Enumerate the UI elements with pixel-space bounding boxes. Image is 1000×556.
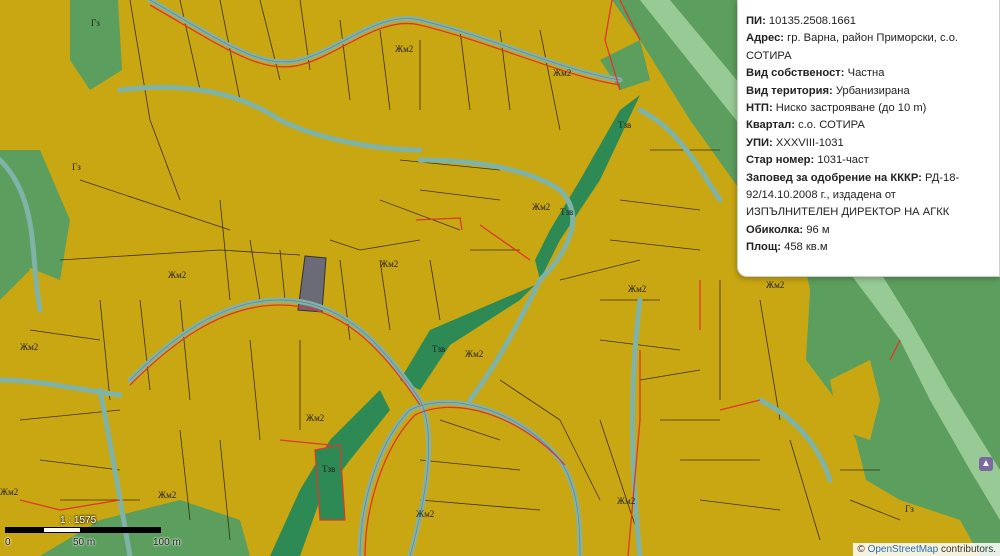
info-label: Стар номер: <box>746 154 815 167</box>
parcel-label: Тзв <box>560 207 573 217</box>
parcel-label: Жм2 <box>532 202 550 212</box>
info-label: ПИ: <box>746 15 766 27</box>
info-value: Частна <box>847 67 885 80</box>
parcel-label: Гз <box>905 504 914 514</box>
info-row: Стар номер: 1031-част <box>746 152 991 169</box>
info-value: с.о. СОТИРА <box>798 119 865 132</box>
parcel-label: Тзв <box>322 464 335 474</box>
info-label: Обиколка: <box>746 223 804 236</box>
info-value: 96 м <box>806 223 830 236</box>
copyright-symbol: © <box>857 544 865 555</box>
info-row: Квартал: с.о. СОТИРА <box>746 117 991 134</box>
parcel-label: Жм2 <box>416 509 434 519</box>
attribution-suffix: contributors. <box>940 544 996 555</box>
info-label: УПИ: <box>746 136 773 149</box>
info-row: ПИ: 10135.2508.1661 <box>746 13 991 30</box>
parcel-label: Тзв <box>432 344 445 354</box>
info-label: Площ: <box>746 241 781 254</box>
map-attribution: © OpenStreetMap contributors. <box>853 543 1000 556</box>
parcel-label: Жм2 <box>20 342 38 352</box>
parcel-label: Жм2 <box>465 349 483 359</box>
parcel-label: Гз <box>91 18 100 28</box>
info-row: НТП: Ниско застрояване (до 10 m) <box>746 100 991 117</box>
parcel-label: Жм2 <box>617 496 635 506</box>
parcel-label: Жм2 <box>553 68 571 78</box>
info-value: 458 кв.м <box>784 241 828 254</box>
info-label: Вид собственост: <box>746 67 845 80</box>
info-label: Квартал: <box>746 119 795 132</box>
info-row: Заповед за одобрение на КККР: РД-18-92/1… <box>746 170 991 222</box>
parcel-label: Жм2 <box>306 413 324 423</box>
info-label: Вид територия: <box>746 84 833 97</box>
scale-tick-50: 50 m <box>73 537 96 548</box>
info-value: 1031-част <box>817 154 869 167</box>
info-row: УПИ: XXXVIII-1031 <box>746 135 991 152</box>
info-value: Ниско застрояване (до 10 m) <box>775 102 927 115</box>
parcel-label: Жм2 <box>158 490 176 500</box>
info-row: Адрес: гр. Варна, район Приморски, с.о. … <box>746 30 991 65</box>
info-label: Адрес: <box>746 32 785 45</box>
scale-ratio: 1 : 1575 <box>60 515 97 526</box>
parcel-label: Жм2 <box>380 259 398 269</box>
parcel-label: Жм2 <box>766 280 784 290</box>
info-value: XXXVIII-1031 <box>775 136 844 149</box>
parcel-label: Жм2 <box>0 487 18 497</box>
scale-bar: 1 : 1575 0 50 m 100 m <box>5 515 205 551</box>
parcel-label: Жм2 <box>628 284 646 294</box>
info-label: НТП: <box>746 102 773 115</box>
scale-tick-0: 0 <box>5 537 11 548</box>
map-control-icon[interactable]: ▲ <box>979 457 993 471</box>
parcel-label: Жм2 <box>395 44 413 54</box>
info-row: Площ: 458 кв.м <box>746 239 991 256</box>
parcel-label: Жм2 <box>168 270 186 280</box>
info-row: Вид собственост: Частна <box>746 65 991 82</box>
info-value: Урбанизирана <box>835 84 910 97</box>
info-row: Вид територия: Урбанизирана <box>746 83 991 100</box>
parcel-label: Гз <box>72 162 81 172</box>
parcel-label: Тзв <box>618 120 631 130</box>
parcel-info-popup: ПИ: 10135.2508.1661 Адрес: гр. Варна, рай… <box>737 0 1000 277</box>
info-value: 10135.2508.1661 <box>768 15 857 27</box>
info-row: Обиколка: 96 м <box>746 222 991 239</box>
info-label: Заповед за одобрение на КККР: <box>746 171 922 184</box>
osm-link[interactable]: OpenStreetMap <box>868 544 939 555</box>
scale-tick-100: 100 m <box>153 537 181 548</box>
